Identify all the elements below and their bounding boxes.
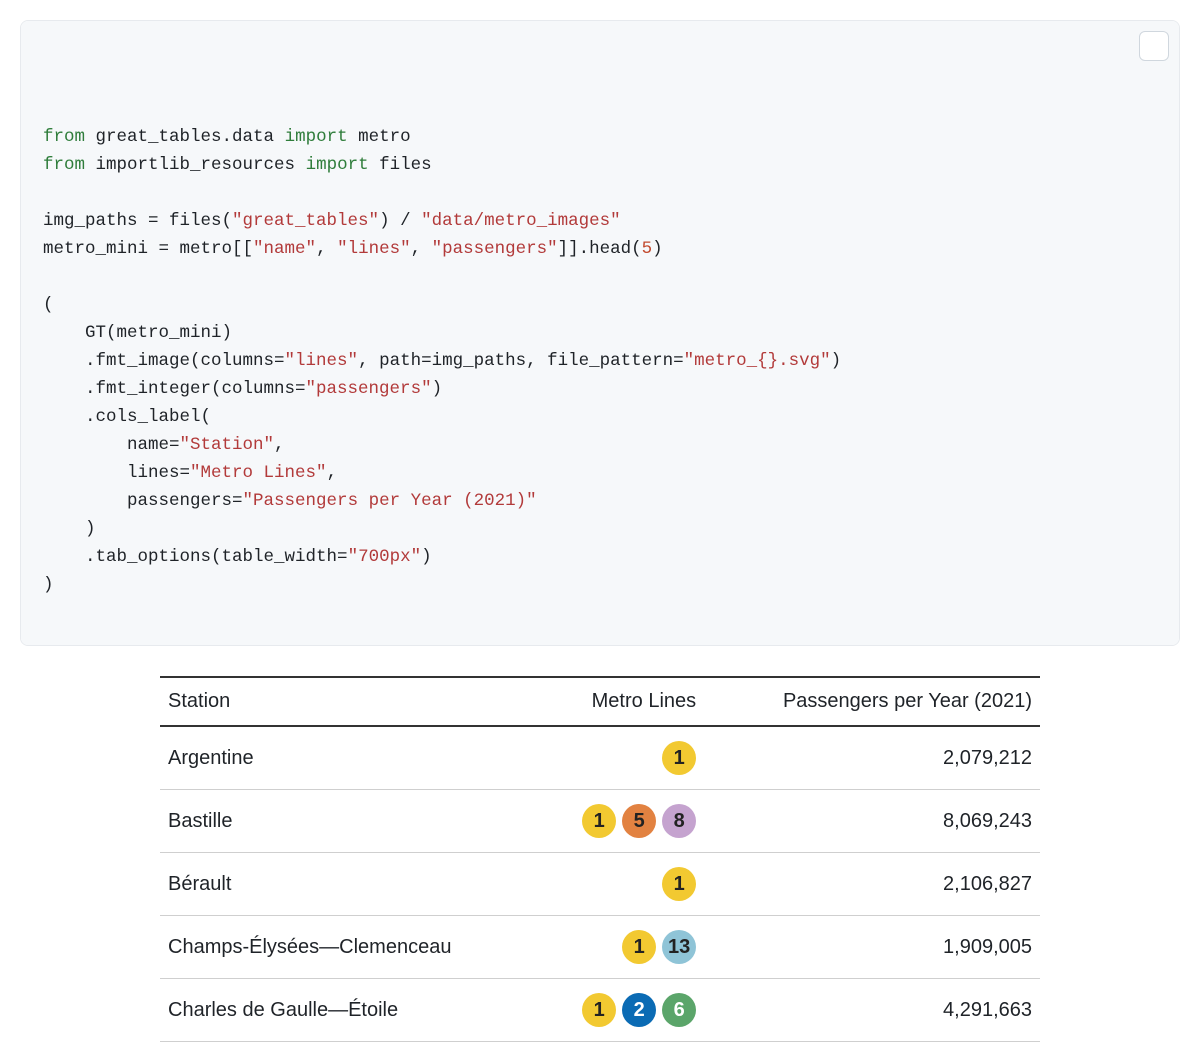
table-row: Bastille1588,069,243 (160, 790, 1040, 853)
metro-line-1-icon: 1 (662, 867, 696, 901)
metro-line-1-icon: 1 (662, 741, 696, 775)
table-row: Charles de Gaulle—Étoile1264,291,663 (160, 979, 1040, 1042)
cell-station: Bastille (160, 790, 539, 853)
copy-button[interactable] (1139, 31, 1169, 61)
cell-passengers: 1,909,005 (704, 916, 1040, 979)
cell-lines: 1 (539, 726, 704, 790)
table-row: Bérault 12,106,827 (160, 853, 1040, 916)
metro-line-1-icon: 1 (582, 804, 616, 838)
metro-line-1-icon: 1 (582, 993, 616, 1027)
output-table-wrap: Station Metro Lines Passengers per Year … (20, 676, 1180, 1042)
cell-lines: 1 (539, 853, 704, 916)
metro-line-6-icon: 6 (662, 993, 696, 1027)
cell-lines: 113 (539, 916, 704, 979)
code-block: from great_tables.data import metro from… (20, 20, 1180, 646)
table-row: Argentine 12,079,212 (160, 726, 1040, 790)
metro-line-1-icon: 1 (622, 930, 656, 964)
col-header-lines: Metro Lines (539, 677, 704, 726)
cell-station: Argentine (160, 726, 539, 790)
clipboard-icon (1115, 20, 1181, 88)
metro-line-8-icon: 8 (662, 804, 696, 838)
cell-passengers: 2,079,212 (704, 726, 1040, 790)
table-header-row: Station Metro Lines Passengers per Year … (160, 677, 1040, 726)
metro-table: Station Metro Lines Passengers per Year … (160, 676, 1040, 1042)
cell-station: Bérault (160, 853, 539, 916)
table-row: Champs-Élysées—Clemenceau1131,909,005 (160, 916, 1040, 979)
cell-station: Charles de Gaulle—Étoile (160, 979, 539, 1042)
col-header-station: Station (160, 677, 539, 726)
metro-line-13-icon: 13 (662, 930, 696, 964)
cell-lines: 158 (539, 790, 704, 853)
cell-passengers: 8,069,243 (704, 790, 1040, 853)
cell-station: Champs-Élysées—Clemenceau (160, 916, 539, 979)
cell-passengers: 4,291,663 (704, 979, 1040, 1042)
metro-line-5-icon: 5 (622, 804, 656, 838)
cell-passengers: 2,106,827 (704, 853, 1040, 916)
cell-lines: 126 (539, 979, 704, 1042)
col-header-passengers: Passengers per Year (2021) (704, 677, 1040, 726)
metro-line-2-icon: 2 (622, 993, 656, 1027)
code-content: from great_tables.data import metro from… (43, 123, 1157, 599)
